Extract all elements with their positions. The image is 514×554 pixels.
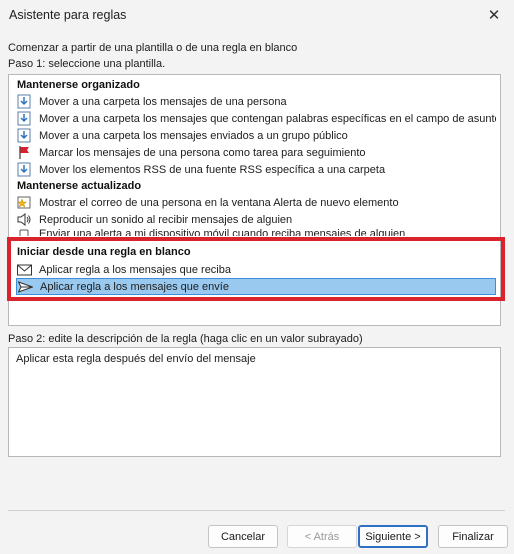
list-item[interactable]: Marcar los mensajes de una persona como … [16,144,496,161]
list-item-label: Mostrar el correo de una persona en la v… [39,196,399,209]
section-heading-updated: Mantenerse actualizado [17,180,142,192]
speaker-icon [16,212,32,228]
window-title: Asistente para reglas [9,8,127,22]
list-item-label: Reproducir un sonido al recibir mensajes… [39,213,293,226]
close-icon: ✕ [487,7,501,24]
list-item-label: Aplicar regla a los mensajes que reciba [39,263,231,276]
list-item[interactable]: Mover los elementos RSS de una fuente RS… [16,161,496,178]
list-item[interactable]: Mover a una carpeta los mensajes enviado… [16,127,496,144]
list-item[interactable]: Enviar una alerta a mi dispositivo móvil… [16,228,496,236]
rules-wizard-dialog: Asistente para reglas ✕ Comenzar a parti… [0,0,514,554]
mobile-alert-icon [16,228,32,236]
step2-label: Paso 2: edite la descripción de la regla… [8,333,363,345]
list-item[interactable]: Reproducir un sonido al recibir mensajes… [16,211,496,228]
back-button[interactable]: < Atrás [287,525,357,548]
rule-description-text: Aplicar esta regla después del envío del… [16,353,256,365]
list-item-label: Enviar una alerta a mi dispositivo móvil… [39,228,406,236]
title-bar: Asistente para reglas ✕ [0,0,514,30]
section-heading-organized: Mantenerse organizado [17,79,140,91]
list-item-selected[interactable]: Aplicar regla a los mensajes que envíe [16,278,496,295]
footer-divider [8,510,505,511]
step1-label: Paso 1: seleccione una plantilla. [8,58,166,70]
list-item-label: Aplicar regla a los mensajes que envíe [40,280,229,293]
next-button[interactable]: Siguiente > [358,525,428,548]
send-arrow-icon [17,279,33,294]
move-to-folder-icon [16,111,32,127]
list-item-label: Mover a una carpeta los mensajes que con… [39,112,496,125]
move-to-folder-icon [16,162,32,178]
intro-label: Comenzar a partir de una plantilla o de … [8,42,298,54]
list-item-label: Mover los elementos RSS de una fuente RS… [39,163,386,176]
red-flag-icon [16,145,32,161]
template-listbox[interactable]: Mantenerse organizado Mover a una carpet… [8,74,501,326]
move-to-folder-icon [16,128,32,144]
list-item[interactable]: Mover a una carpeta los mensajes de una … [16,93,496,110]
list-item[interactable]: Mover a una carpeta los mensajes que con… [16,110,496,127]
section-heading-blank: Iniciar desde una regla en blanco [17,246,191,258]
cancel-button[interactable]: Cancelar [208,525,278,548]
close-button[interactable]: ✕ [474,0,514,30]
rule-description-box[interactable]: Aplicar esta regla después del envío del… [8,347,501,457]
list-item-label: Mover a una carpeta los mensajes enviado… [39,129,348,142]
list-item-label: Mover a una carpeta los mensajes de una … [39,95,287,108]
list-item[interactable]: Mostrar el correo de una persona en la v… [16,194,496,211]
move-to-folder-icon [16,94,32,110]
list-item[interactable]: Aplicar regla a los mensajes que reciba [16,261,496,278]
list-item-label: Marcar los mensajes de una persona como … [39,146,366,159]
finish-button[interactable]: Finalizar [438,525,508,548]
new-item-alert-icon [16,195,32,211]
envelope-icon [16,262,32,278]
